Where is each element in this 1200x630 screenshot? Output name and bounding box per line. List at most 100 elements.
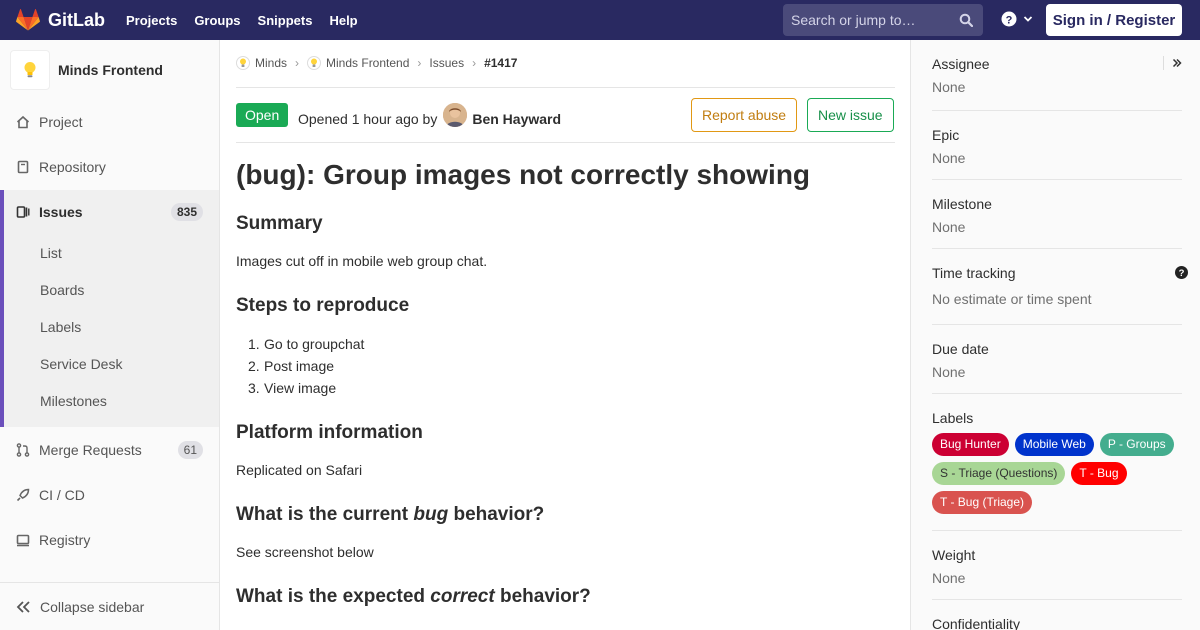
lightbulb-icon	[24, 62, 36, 78]
svg-text:?: ?	[1179, 268, 1185, 279]
chevron-right-icon: ›	[472, 56, 477, 70]
due-date-value: None	[932, 364, 966, 380]
issue-title: (bug): Group images not correctly showin…	[236, 159, 811, 190]
sidebar-item-ci-cd[interactable]: CI / CD	[0, 473, 219, 517]
project-header[interactable]: Minds Frontend	[0, 40, 219, 100]
search-box	[783, 4, 983, 36]
collapse-sidebar-label: Collapse sidebar	[40, 598, 145, 615]
assignee-value: None	[932, 79, 966, 95]
divider	[932, 110, 1182, 111]
gitlab-logo-link[interactable]: GitLab	[16, 0, 105, 40]
issues-count-badge: 835	[170, 203, 203, 221]
issues-icon	[16, 205, 30, 219]
merge-request-icon	[16, 443, 30, 457]
labels-label: Labels	[932, 410, 974, 426]
sidebar-item-project[interactable]: Project	[0, 100, 219, 144]
weight-label: Weight	[932, 547, 976, 563]
divider	[932, 179, 1182, 180]
milestone-label: Milestone	[932, 196, 992, 212]
breadcrumb-issue-number[interactable]: #1417	[484, 56, 517, 70]
report-abuse-button[interactable]: Report abuse	[691, 98, 798, 132]
weight-value: None	[932, 570, 966, 586]
summary-heading: Summary	[236, 213, 323, 234]
heading-emphasis: bug	[413, 504, 449, 525]
assignee-block: Assignee None	[932, 56, 1182, 95]
search-icon[interactable]	[959, 13, 973, 27]
breadcrumb-issues[interactable]: Issues	[429, 56, 464, 70]
epic-label: Epic	[932, 127, 960, 143]
label-chip[interactable]: S - Triage (Questions)	[932, 462, 1066, 485]
book-icon	[16, 160, 30, 174]
nav-snippets[interactable]: Snippets	[258, 13, 313, 28]
step-text: Go to groupchat	[264, 336, 365, 352]
question-circle-icon[interactable]: ?	[1175, 266, 1188, 279]
step-text: View image	[264, 380, 337, 396]
sidebar-item-label: Merge Requests	[39, 442, 142, 458]
sidebar-item-label: Registry	[39, 532, 91, 548]
due-date-block: Due date None	[932, 341, 1182, 380]
label-chip[interactable]: T - Bug (Triage)	[932, 491, 1033, 514]
sidebar-item-repository[interactable]: Repository	[0, 145, 219, 189]
label-chip[interactable]: P - Groups	[1099, 433, 1174, 456]
sidebar-subitem-boards[interactable]: Boards	[40, 282, 84, 298]
label-chip[interactable]: T - Bug	[1071, 462, 1127, 485]
help-dropdown[interactable]: ?	[1001, 11, 1033, 27]
list-item: 2. Post image	[248, 358, 335, 374]
merge-requests-count-badge: 61	[177, 441, 203, 459]
breadcrumb-minds[interactable]: Minds	[255, 56, 287, 70]
time-tracking-value: No estimate or time spent	[932, 291, 1092, 307]
lightbulb-icon	[307, 56, 322, 70]
sidebar-subitem-service-desk[interactable]: Service Desk	[40, 356, 122, 372]
search-input[interactable]	[791, 12, 951, 28]
sidebar-subitem-list[interactable]: List	[40, 245, 62, 261]
nav-help[interactable]: Help	[329, 13, 357, 28]
breadcrumb-minds-frontend[interactable]: Minds Frontend	[326, 56, 409, 70]
nav-groups[interactable]: Groups	[194, 13, 240, 28]
milestone-value: None	[932, 219, 966, 235]
platform-text: Replicated on Safari	[236, 462, 363, 478]
chevron-right-icon: ›	[295, 56, 300, 70]
heading-part: behavior?	[448, 504, 545, 525]
divider	[236, 142, 895, 143]
sidebar-item-merge-requests[interactable]: Merge Requests 61	[0, 428, 219, 472]
issue-sidebar: Assignee None Epic None Milestone None T…	[910, 40, 1200, 630]
project-sidebar: Minds Frontend Project Repository Issues…	[0, 40, 220, 630]
new-issue-button[interactable]: New issue	[807, 98, 894, 132]
rocket-icon	[16, 488, 30, 502]
time-tracking-label: Time tracking	[932, 265, 1016, 281]
question-circle-icon: ?	[1001, 11, 1017, 27]
divider	[236, 87, 895, 88]
assignee-label: Assignee	[932, 56, 990, 72]
double-chevron-left-icon	[16, 600, 30, 613]
sidebar-subitem-labels[interactable]: Labels	[40, 319, 81, 335]
avatar[interactable]	[443, 103, 468, 127]
time-tracking-block: Time tracking ? No estimate or time spen…	[932, 265, 1188, 307]
divider	[932, 530, 1182, 531]
labels-block: Labels Bug Hunter Mobile Web P - Groups …	[932, 410, 1182, 514]
nav-projects[interactable]: Projects	[126, 13, 177, 28]
divider	[932, 248, 1182, 249]
confidentiality-label: Confidentiality	[932, 616, 1020, 630]
author-name[interactable]: Ben Hayward	[472, 111, 561, 127]
lightbulb-icon	[236, 56, 250, 70]
heading-part: What is the current	[236, 504, 414, 525]
divider	[932, 393, 1182, 394]
label-chip[interactable]: Mobile Web	[1014, 433, 1094, 456]
opened-text: Opened 1 hour ago by	[298, 111, 438, 127]
sidebar-item-label: Project	[39, 114, 83, 130]
epic-block: Epic None	[932, 127, 1182, 166]
sign-in-button[interactable]: Sign in / Register	[1046, 4, 1182, 36]
home-icon	[16, 115, 30, 129]
sidebar-subitem-milestones[interactable]: Milestones	[40, 393, 107, 409]
collapse-sidebar-button[interactable]: Collapse sidebar	[0, 582, 219, 630]
platform-heading: Platform information	[236, 422, 423, 443]
list-item: 3. View image	[248, 380, 337, 396]
confidentiality-block: Confidentiality	[932, 616, 1182, 630]
current-behavior-heading: What is the current bug behavior?	[236, 504, 544, 526]
sidebar-item-registry[interactable]: Registry	[0, 518, 219, 562]
labels-list: Bug Hunter Mobile Web P - Groups S - Tri…	[932, 433, 1182, 514]
sidebar-item-issues[interactable]: Issues 835	[0, 190, 219, 234]
issue-meta: Opened 1 hour ago by Ben Hayward	[298, 103, 561, 131]
container-icon	[16, 533, 30, 547]
label-chip[interactable]: Bug Hunter	[932, 433, 1009, 456]
